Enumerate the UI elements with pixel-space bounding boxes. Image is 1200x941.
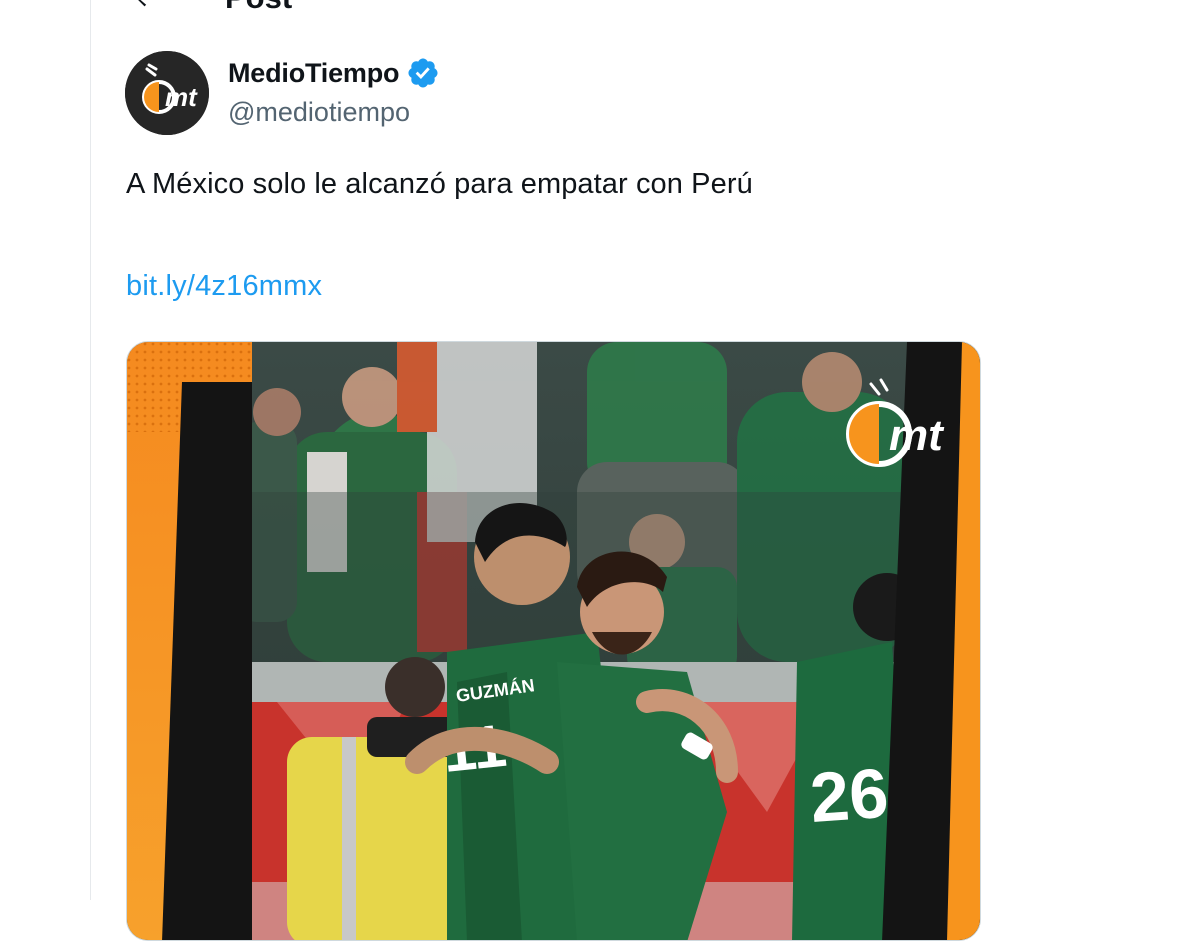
post-link[interactable]: bit.ly/4z16mmx <box>126 270 322 303</box>
avatar-text: mt <box>165 82 198 112</box>
post-media-image[interactable]: GUZMÁN 11 26 mt <box>126 341 981 941</box>
avatar[interactable]: mt <box>125 51 209 135</box>
post-author[interactable]: mt MedioTiempo @mediotiempo <box>125 51 440 135</box>
verified-badge-icon[interactable] <box>406 56 440 90</box>
arrow-left-icon[interactable] <box>125 0 165 18</box>
soccer-celebration-photo: GUZMÁN 11 26 mt <box>127 342 980 940</box>
mt-logo-icon: mt <box>125 51 209 135</box>
user-handle[interactable]: @mediotiempo <box>228 97 440 128</box>
post-header: Post <box>125 0 292 18</box>
post-text: A México solo le alcanzó para empatar co… <box>126 168 753 200</box>
svg-text:mt: mt <box>889 411 945 460</box>
display-name[interactable]: MedioTiempo <box>228 58 400 89</box>
svg-text:26: 26 <box>808 754 891 837</box>
timeline-divider <box>90 0 91 900</box>
page-title: Post <box>225 0 292 16</box>
